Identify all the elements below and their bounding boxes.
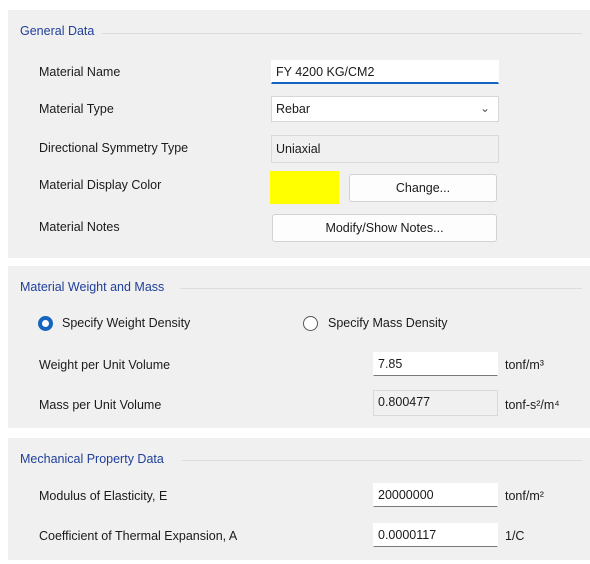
modulus-input[interactable]: 20000000 — [373, 483, 498, 507]
weight-per-volume-input[interactable]: 7.85 — [373, 352, 498, 376]
symmetry-type-field: Uniaxial — [271, 135, 499, 163]
symmetry-type-label: Directional Symmetry Type — [39, 141, 189, 155]
specify-mass-radio[interactable] — [303, 316, 318, 331]
general-data-panel: General Data Material Name FY 4200 KG/CM… — [8, 10, 590, 258]
mechanical-property-divider — [182, 460, 582, 461]
specify-weight-label[interactable]: Specify Weight Density — [62, 316, 190, 330]
material-name-label: Material Name — [39, 65, 121, 79]
material-type-label: Material Type — [39, 102, 114, 116]
weight-per-volume-label: Weight per Unit Volume — [39, 358, 171, 372]
thermal-expansion-label: Coefficient of Thermal Expansion, A — [39, 529, 238, 543]
modulus-unit: tonf/m² — [505, 489, 544, 503]
general-data-title: General Data — [20, 24, 95, 38]
general-data-divider — [102, 33, 582, 34]
material-type-dropdown[interactable]: Rebar ⌄ — [271, 96, 499, 122]
weight-mass-title: Material Weight and Mass — [20, 280, 165, 294]
material-color-swatch — [270, 171, 339, 204]
modulus-label: Modulus of Elasticity, E — [39, 489, 168, 503]
modify-notes-button[interactable]: Modify/Show Notes... — [272, 214, 497, 242]
mechanical-property-title: Mechanical Property Data — [20, 452, 164, 466]
material-type-value: Rebar — [276, 102, 311, 116]
thermal-expansion-unit: 1/C — [505, 529, 525, 543]
weight-mass-divider — [180, 288, 582, 289]
mass-per-volume-label: Mass per Unit Volume — [39, 398, 162, 412]
chevron-down-icon: ⌄ — [479, 101, 490, 115]
material-name-input[interactable]: FY 4200 KG/CM2 — [271, 60, 499, 84]
display-color-label: Material Display Color — [39, 178, 162, 192]
weight-unit: tonf/m³ — [505, 358, 544, 372]
weight-mass-panel: Material Weight and Mass Specify Weight … — [8, 266, 590, 428]
thermal-expansion-input[interactable]: 0.0000117 — [373, 523, 498, 547]
change-color-button[interactable]: Change... — [349, 174, 497, 202]
mass-per-volume-field: 0.800477 — [373, 390, 498, 416]
mass-unit: tonf-s²/m⁴ — [505, 398, 560, 412]
material-notes-label: Material Notes — [39, 220, 120, 234]
mechanical-property-panel: Mechanical Property Data Modulus of Elas… — [8, 438, 590, 560]
specify-mass-label[interactable]: Specify Mass Density — [328, 316, 447, 330]
specify-weight-radio[interactable] — [38, 316, 53, 331]
